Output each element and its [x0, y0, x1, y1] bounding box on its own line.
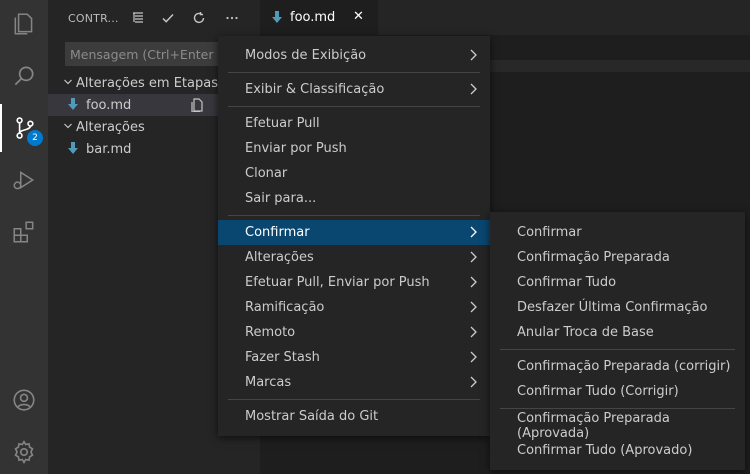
staged-file-name: foo.md — [86, 97, 132, 113]
menu-separator — [228, 72, 480, 73]
submenu-item-commit-all-amend[interactable]: Confirmar Tudo (Corrigir) — [490, 379, 745, 404]
sidebar-header: CONTR... — [48, 0, 260, 35]
chevron-down-icon — [60, 121, 76, 134]
more-actions-icon[interactable] — [222, 8, 242, 28]
open-file-icon[interactable] — [191, 98, 205, 115]
tab-label: foo.md — [290, 10, 336, 25]
editor-tab-bar: foo.md ✕ — [260, 0, 750, 35]
chevron-right-icon — [470, 276, 477, 288]
menu-separator — [228, 215, 480, 216]
activity-bar: 2 — [0, 0, 48, 474]
submenu-item-commit-all[interactable]: Confirmar Tudo — [490, 270, 745, 295]
submenu-item-commit-staged[interactable]: Confirmação Preparada — [490, 245, 745, 270]
submenu-item-abort-rebase[interactable]: Anular Troca de Base — [490, 320, 745, 345]
submenu-item-commit[interactable]: Confirmar — [490, 220, 745, 245]
explorer-icon[interactable] — [0, 0, 48, 48]
menu-item-branch[interactable]: Ramificação — [218, 295, 490, 320]
chevron-down-icon — [60, 77, 76, 90]
menu-item-stash[interactable]: Fazer Stash — [218, 345, 490, 370]
menu-item-tags[interactable]: Marcas — [218, 370, 490, 395]
submenu-item-commit-all-signed-off[interactable]: Confirmar Tudo (Aprovado) — [490, 438, 745, 463]
chevron-right-icon — [470, 83, 477, 95]
chevron-right-icon — [470, 251, 477, 263]
source-control-icon[interactable]: 2 — [0, 104, 48, 152]
menu-separator — [228, 106, 480, 107]
markdown-file-icon — [272, 10, 284, 25]
menu-item-remote[interactable]: Remoto — [218, 320, 490, 345]
settings-gear-icon[interactable] — [0, 428, 48, 474]
refresh-icon[interactable] — [189, 8, 209, 28]
menu-item-pull[interactable]: Efetuar Pull — [218, 111, 490, 136]
sidebar-title: CONTR... — [68, 12, 119, 25]
menu-item-push[interactable]: Enviar por Push — [218, 136, 490, 161]
menu-separator — [500, 349, 735, 350]
close-icon[interactable]: ✕ — [353, 9, 364, 24]
run-debug-icon[interactable] — [0, 156, 48, 204]
menu-item-commit[interactable]: Confirmar — [218, 220, 490, 245]
submenu-item-commit-staged-amend[interactable]: Confirmação Preparada (corrigir) — [490, 354, 745, 379]
menu-item-view-sort[interactable]: Exibir & Classificação — [218, 77, 490, 102]
search-icon[interactable] — [0, 52, 48, 100]
chevron-right-icon — [470, 326, 477, 338]
submenu-item-undo-last-commit[interactable]: Desfazer Última Confirmação — [490, 295, 745, 320]
accounts-icon[interactable] — [0, 376, 48, 424]
menu-item-view-modes[interactable]: Modos de Exibição — [218, 43, 490, 68]
commit-submenu: Confirmar Confirmação Preparada Confirma… — [490, 212, 745, 470]
chevron-right-icon — [470, 301, 477, 313]
menu-item-show-git-output[interactable]: Mostrar Saída do Git — [218, 404, 490, 429]
chevron-right-icon — [470, 351, 477, 363]
menu-separator — [500, 408, 735, 409]
extensions-icon[interactable] — [0, 208, 48, 256]
staged-group-label: Alterações em Etapas — [76, 75, 218, 91]
tab-foo-md[interactable]: foo.md ✕ — [260, 0, 378, 35]
scm-badge: 2 — [27, 130, 43, 146]
changed-file-name: bar.md — [86, 141, 132, 157]
menu-separator — [228, 399, 480, 400]
menu-item-checkout[interactable]: Sair para... — [218, 186, 490, 211]
chevron-right-icon — [470, 226, 477, 238]
changes-group-label: Alterações — [76, 119, 145, 135]
menu-item-clone[interactable]: Clonar — [218, 161, 490, 186]
view-as-tree-icon[interactable] — [128, 8, 148, 28]
scm-more-actions-menu: Modos de Exibição Exibir & Classificação… — [218, 36, 490, 436]
chevron-right-icon — [470, 376, 477, 388]
menu-item-pull-push[interactable]: Efetuar Pull, Enviar por Push — [218, 270, 490, 295]
chevron-right-icon — [470, 49, 477, 61]
markdown-file-icon — [68, 98, 80, 112]
markdown-file-icon — [68, 142, 80, 156]
commit-check-icon[interactable] — [158, 8, 178, 28]
menu-item-changes[interactable]: Alterações — [218, 245, 490, 270]
submenu-item-commit-staged-signed-off[interactable]: Confirmação Preparada (Aprovada) — [490, 411, 745, 441]
